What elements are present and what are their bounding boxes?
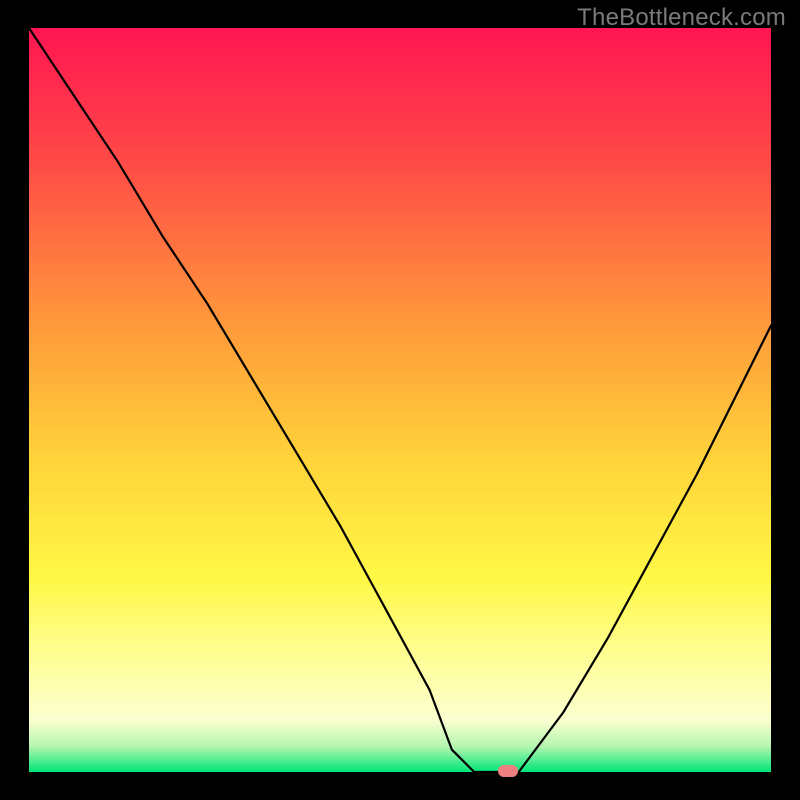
chart-frame: TheBottleneck.com (0, 0, 800, 800)
gradient-and-curve (29, 28, 771, 772)
gradient-fill (29, 28, 771, 772)
plot-area (29, 28, 771, 772)
optimal-marker (498, 765, 518, 777)
